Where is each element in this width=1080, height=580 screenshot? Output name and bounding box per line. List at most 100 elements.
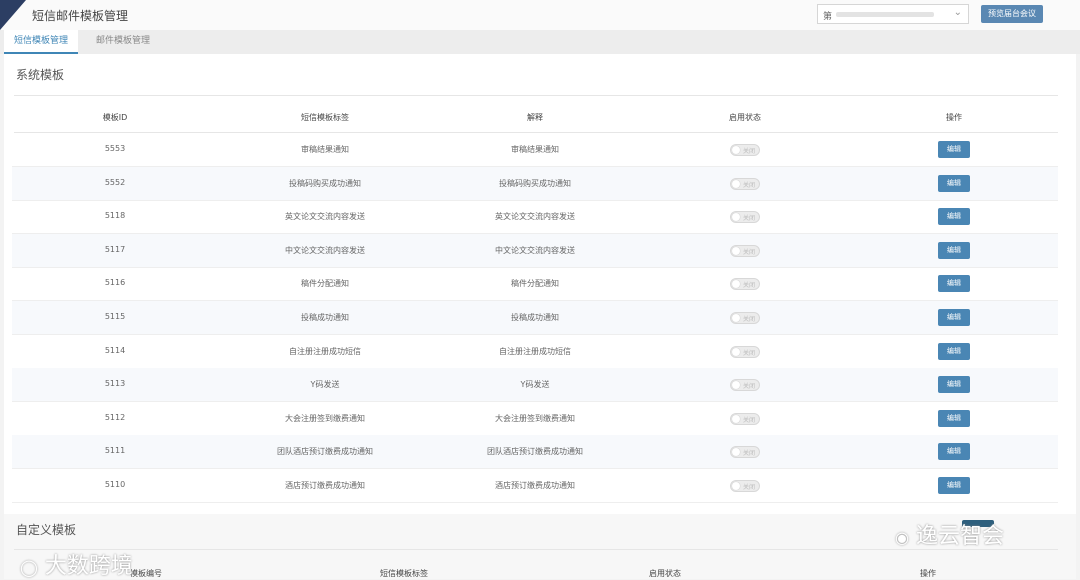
status-toggle[interactable]: 关闭 xyxy=(730,278,760,291)
conference-select-value: 第 xyxy=(823,12,833,22)
status-toggle[interactable]: 关闭 xyxy=(730,446,760,459)
edit-button[interactable]: 编辑 xyxy=(938,174,970,192)
table-row: 5110 酒店预订缴费成功通知 酒店预订缴费成功通知 关闭 编辑 xyxy=(12,469,1058,503)
custom-templates-title: 自定义模板 xyxy=(16,523,77,537)
template-id-cell: 5118 xyxy=(104,211,126,221)
system-templates-title: 系统模板 xyxy=(16,68,65,82)
status-toggle[interactable]: 关闭 xyxy=(730,244,760,257)
watermark-right-text: 逸云智会 xyxy=(915,524,1004,549)
column-header-id: 模板ID xyxy=(102,113,128,122)
toggle-knob xyxy=(732,448,740,457)
column-header-tag: 短信模板标签 xyxy=(301,113,349,122)
toggle-knob xyxy=(732,213,740,222)
toggle-label: 关闭 xyxy=(743,349,756,357)
status-toggle[interactable]: 关闭 xyxy=(730,345,760,358)
toggle-knob xyxy=(732,347,740,356)
status-toggle[interactable]: 关闭 xyxy=(730,412,760,425)
table-row: 5117 中文论文交流内容发送 中文论文交流内容发送 关闭 编辑 xyxy=(12,233,1058,268)
toggle-label: 关闭 xyxy=(743,248,756,256)
toggle-label: 关闭 xyxy=(743,316,756,323)
table-row: 5552 投稿码购买成功通知 投稿码购买成功通知 关闭 编辑 xyxy=(12,166,1058,201)
watermark-left-text: 大数跨境 xyxy=(44,554,133,579)
tab-email-templates[interactable]: 邮件模板管理 xyxy=(86,30,160,54)
toggle-knob xyxy=(732,280,740,289)
edit-button[interactable]: 编辑 xyxy=(938,275,970,293)
template-tag-cell: 稿件分配通知 xyxy=(301,279,349,289)
status-toggle[interactable]: 关闭 xyxy=(730,480,760,492)
table-row: 5553 审稿结果通知 审稿结果通知 关闭 编辑 xyxy=(12,133,1058,167)
template-id-cell: 5553 xyxy=(104,144,126,153)
edit-button[interactable]: 编辑 xyxy=(938,409,970,427)
table-row: 5118 英文论文交流内容发送 英文论文交流内容发送 关闭 编辑 xyxy=(12,200,1058,235)
toggle-label: 关闭 xyxy=(743,383,756,391)
template-tag-cell: 中文论文交流内容发送 xyxy=(285,245,365,255)
table-row: 5112 大会注册签到缴费通知 大会注册签到缴费通知 关闭 编辑 xyxy=(12,402,1058,436)
toggle-label: 关闭 xyxy=(743,484,756,491)
toggle-knob xyxy=(732,482,740,490)
template-tag-cell: 投稿码购买成功通知 xyxy=(289,178,361,188)
conference-name-redacted xyxy=(836,12,934,17)
edit-button[interactable]: 编辑 xyxy=(938,309,970,326)
status-toggle[interactable]: 关闭 xyxy=(730,177,760,190)
edit-button[interactable]: 编辑 xyxy=(938,208,970,226)
toggle-label: 关闭 xyxy=(743,282,756,290)
template-id-cell: 5112 xyxy=(104,412,126,422)
status-toggle[interactable]: 关闭 xyxy=(730,144,760,156)
page-title: 短信邮件模板管理 xyxy=(32,9,129,23)
template-id-cell: 5110 xyxy=(104,480,126,489)
toggle-label: 关闭 xyxy=(743,450,756,458)
template-tag-cell: 审稿结果通知 xyxy=(301,145,349,154)
brand-corner xyxy=(0,0,26,30)
table-row: 5113 Y码发送 Y码发送 关闭 编辑 xyxy=(12,368,1058,403)
template-tag-cell: Y码发送 xyxy=(310,380,340,390)
edit-button[interactable]: 编辑 xyxy=(938,342,970,360)
template-description-cell: 英文论文交流内容发送 xyxy=(495,212,575,222)
wechat-icon: ◉ xyxy=(895,528,909,547)
watermark-left: ◯ 大数跨境 xyxy=(20,548,133,580)
table-row: 5116 稿件分配通知 稿件分配通知 关闭 编辑 xyxy=(12,267,1058,302)
toggle-label: 关闭 xyxy=(743,215,756,223)
template-description-cell: 审稿结果通知 xyxy=(511,145,559,154)
template-id-cell: 5552 xyxy=(104,177,126,187)
toggle-knob xyxy=(732,414,740,423)
template-tag-cell: 英文论文交流内容发送 xyxy=(285,212,365,222)
template-description-cell: 投稿成功通知 xyxy=(511,313,559,322)
chevron-down-icon: ⌄ xyxy=(953,7,962,18)
template-description-cell: 团队酒店预订缴费成功通知 xyxy=(487,447,583,457)
edit-button[interactable]: 编辑 xyxy=(938,443,970,461)
column-header-actions: 操作 xyxy=(920,569,936,578)
edit-button[interactable]: 编辑 xyxy=(938,477,970,494)
template-id-cell: 5113 xyxy=(104,379,126,389)
template-description-cell: 稿件分配通知 xyxy=(511,279,559,289)
template-tag-cell: 投稿成功通知 xyxy=(301,313,349,322)
status-toggle[interactable]: 关闭 xyxy=(730,211,760,224)
toggle-label: 关闭 xyxy=(743,148,756,155)
template-description-cell: 中文论文交流内容发送 xyxy=(495,245,575,255)
table-row: 5115 投稿成功通知 投稿成功通知 关闭 编辑 xyxy=(12,301,1058,335)
status-toggle[interactable]: 关闭 xyxy=(730,312,760,324)
template-description-cell: 自注册注册成功短信 xyxy=(499,346,571,356)
toggle-knob xyxy=(732,146,740,154)
column-header-status: 启用状态 xyxy=(649,569,681,578)
preview-conference-button[interactable]: 预览届台会议 xyxy=(981,5,1043,23)
status-toggle[interactable]: 关闭 xyxy=(730,379,760,392)
template-id-cell: 5117 xyxy=(104,244,126,254)
column-header-template-no: 模板编号 xyxy=(130,569,162,578)
tab-bar: 短信模板管理 邮件模板管理 xyxy=(0,30,1080,54)
template-tag-cell: 自注册注册成功短信 xyxy=(289,346,361,356)
toggle-knob xyxy=(732,381,740,390)
column-header-actions: 操作 xyxy=(946,113,962,122)
toggle-knob xyxy=(732,246,740,255)
tab-sms-templates[interactable]: 短信模板管理 xyxy=(4,30,79,54)
template-id-cell: 5111 xyxy=(104,446,126,456)
watermark-logo-icon: ◯ xyxy=(20,558,38,577)
template-tag-cell: 团队酒店预订缴费成功通知 xyxy=(277,447,373,457)
edit-button[interactable]: 编辑 xyxy=(938,376,970,394)
edit-button[interactable]: 编辑 xyxy=(938,141,970,158)
conference-select[interactable]: 第 ⌄ xyxy=(817,4,969,24)
template-description-cell: Y码发送 xyxy=(520,380,550,390)
template-id-cell: 5116 xyxy=(104,278,126,288)
divider xyxy=(14,95,1058,96)
edit-button[interactable]: 编辑 xyxy=(938,241,970,259)
column-header-status: 启用状态 xyxy=(729,113,761,122)
